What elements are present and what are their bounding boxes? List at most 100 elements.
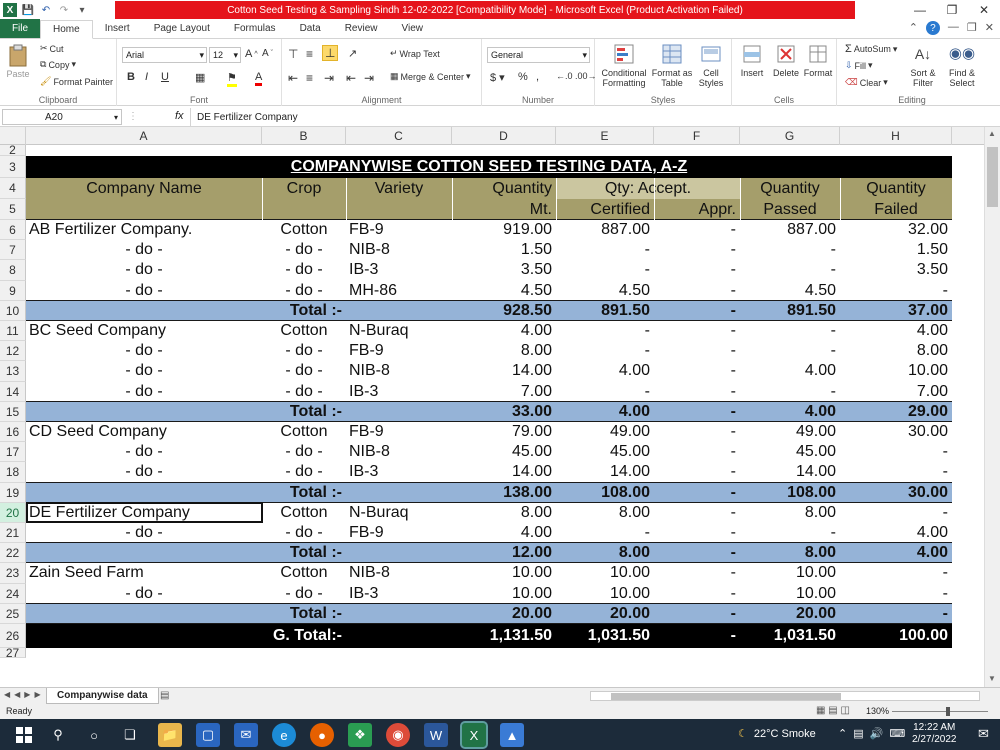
fill-button[interactable]: ⇩ Fill ▾ bbox=[845, 60, 873, 71]
zoom-level[interactable]: 130% bbox=[866, 706, 889, 716]
firefox-icon[interactable]: ● bbox=[310, 723, 334, 747]
merge-center-button[interactable]: ▦ Merge & Center ▾ bbox=[390, 71, 471, 82]
close-button[interactable]: ✕ bbox=[968, 0, 1000, 20]
font-color-button[interactable]: A bbox=[255, 71, 263, 86]
row-header-21[interactable]: 21 bbox=[0, 523, 26, 544]
zoom-slider-thumb[interactable] bbox=[946, 707, 950, 716]
row-header-5[interactable]: 5 bbox=[0, 199, 26, 220]
windows-start-icon[interactable] bbox=[12, 723, 36, 747]
vertical-scrollbar[interactable]: ▲ ▼ bbox=[984, 127, 1000, 687]
number-format-select[interactable]: General ▾ bbox=[487, 47, 590, 63]
decrease-decimal-button[interactable]: .00→ bbox=[575, 71, 597, 81]
row-header-26[interactable]: 26 bbox=[0, 624, 26, 648]
row-header-6[interactable]: 6 bbox=[0, 220, 26, 241]
row-header-3[interactable]: 3 bbox=[0, 156, 26, 178]
underline-button[interactable]: U bbox=[161, 71, 169, 83]
format-as-table-button[interactable]: Format as Table bbox=[651, 42, 693, 88]
row-header-13[interactable]: 13 bbox=[0, 361, 26, 382]
tab-data[interactable]: Data bbox=[288, 19, 333, 38]
align-center-button[interactable]: ≡ bbox=[306, 71, 313, 85]
scroll-thumb[interactable] bbox=[987, 147, 998, 207]
scroll-down-icon[interactable]: ▼ bbox=[988, 674, 996, 683]
paste-button[interactable]: Paste bbox=[4, 43, 32, 79]
font-size-select[interactable]: 12 ▾ bbox=[209, 47, 241, 63]
clock[interactable]: 12:22 AM 2/27/2022 bbox=[912, 722, 957, 746]
row-header-17[interactable]: 17 bbox=[0, 442, 26, 463]
clear-button[interactable]: ⌫ Clear ▾ bbox=[845, 77, 888, 88]
row-header-24[interactable]: 24 bbox=[0, 583, 26, 604]
borders-button[interactable]: ▦ bbox=[195, 71, 205, 84]
column-header-b[interactable]: B bbox=[262, 127, 346, 145]
sort-filter-button[interactable]: A↓ Sort & Filter bbox=[905, 42, 941, 88]
delete-cells-button[interactable]: Delete bbox=[770, 42, 802, 78]
horizontal-scrollbar[interactable] bbox=[590, 691, 980, 701]
wrap-text-button[interactable]: ↵ Wrap Text bbox=[390, 48, 440, 59]
help-icon[interactable]: ? bbox=[925, 21, 940, 35]
row-header-18[interactable]: 18 bbox=[0, 462, 26, 483]
tab-page-layout[interactable]: Page Layout bbox=[142, 19, 222, 38]
column-header-f[interactable]: F bbox=[654, 127, 740, 145]
insert-function-button[interactable]: fx bbox=[175, 110, 184, 122]
excel-taskbar-icon[interactable]: X bbox=[460, 721, 488, 749]
bold-button[interactable]: B bbox=[127, 71, 135, 83]
formula-input[interactable]: DE Fertilizer Company bbox=[190, 108, 986, 126]
mail-icon[interactable]: ✉ bbox=[234, 723, 258, 747]
tab-file[interactable]: File bbox=[0, 19, 40, 38]
insert-cells-button[interactable]: Insert bbox=[736, 42, 768, 78]
column-header-a[interactable]: A bbox=[26, 127, 262, 145]
customize-qat-icon[interactable]: ▾ bbox=[75, 3, 89, 17]
conditional-formatting-button[interactable]: Conditional Formatting bbox=[599, 42, 649, 88]
restore-button[interactable]: ❐ bbox=[936, 0, 968, 20]
zoom-slider[interactable] bbox=[892, 711, 988, 712]
sheet-tab-companywise[interactable]: Companywise data bbox=[46, 688, 159, 704]
edge-browser-icon[interactable]: e bbox=[272, 723, 296, 747]
chrome-icon[interactable]: ◉ bbox=[386, 723, 410, 747]
percent-button[interactable]: % bbox=[518, 71, 528, 83]
row-header-23[interactable]: 23 bbox=[0, 563, 26, 584]
align-right-button[interactable]: ⇥ bbox=[324, 71, 334, 85]
column-header-c[interactable]: C bbox=[346, 127, 452, 145]
align-top-button[interactable]: ⊤ bbox=[288, 47, 298, 61]
find-select-button[interactable]: ◉◉ Find & Select bbox=[943, 42, 981, 88]
column-header-g[interactable]: G bbox=[740, 127, 840, 145]
align-bottom-button[interactable]: ⊥ bbox=[322, 45, 339, 61]
fill-color-button[interactable]: ⚑ bbox=[227, 71, 237, 87]
italic-button[interactable]: I bbox=[145, 71, 148, 83]
cortana-icon[interactable]: ○ bbox=[82, 723, 106, 747]
column-header-h[interactable]: H bbox=[840, 127, 952, 145]
workbook-restore-icon[interactable]: ❐ bbox=[967, 21, 977, 35]
worksheet-grid[interactable]: A B C D E F G H 2 3 4 5 6 7 8 9 10 11 12 13 14 15 16 17 18 19 20 21… bbox=[0, 127, 1000, 687]
row-header-22[interactable]: 22 bbox=[0, 543, 26, 564]
store-icon[interactable]: ▢ bbox=[196, 723, 220, 747]
network-icon[interactable]: ▤ bbox=[853, 727, 863, 740]
copy-button[interactable]: ⧉ Copy ▾ bbox=[40, 59, 76, 70]
decrease-indent-button[interactable]: ⇤ bbox=[346, 71, 356, 85]
comma-button[interactable]: , bbox=[536, 71, 539, 83]
redo-icon[interactable]: ↷ bbox=[57, 3, 71, 17]
row-header-12[interactable]: 12 bbox=[0, 341, 26, 362]
weather-widget[interactable]: ☾ 22°C Smoke bbox=[738, 727, 816, 741]
currency-button[interactable]: $ ▾ bbox=[490, 71, 505, 84]
row-header-9[interactable]: 9 bbox=[0, 280, 26, 301]
tab-review[interactable]: Review bbox=[333, 19, 390, 38]
undo-icon[interactable]: ↶ bbox=[39, 3, 53, 17]
word-icon[interactable]: W bbox=[424, 723, 448, 747]
minimize-button[interactable]: — bbox=[904, 0, 936, 20]
new-sheet-icon[interactable]: ▤ bbox=[160, 690, 169, 701]
row-header-27[interactable]: 27 bbox=[0, 647, 26, 659]
workbook-close-icon[interactable]: ✕ bbox=[985, 21, 994, 35]
align-middle-button[interactable]: ≡ bbox=[306, 47, 313, 61]
format-cells-button[interactable]: Format bbox=[802, 42, 834, 78]
row-header-2[interactable]: 2 bbox=[0, 144, 26, 156]
file-explorer-icon[interactable]: 📁 bbox=[158, 723, 182, 747]
save-icon[interactable]: 💾 bbox=[21, 3, 35, 17]
cell-styles-button[interactable]: Cell Styles bbox=[693, 42, 729, 88]
task-view-icon[interactable]: ❏ bbox=[118, 723, 142, 747]
tab-formulas[interactable]: Formulas bbox=[222, 19, 288, 38]
selected-cell-a20[interactable] bbox=[26, 501, 263, 523]
name-box[interactable]: A20 ▾ bbox=[2, 109, 122, 125]
row-header-25[interactable]: 25 bbox=[0, 603, 26, 624]
column-header-e[interactable]: E bbox=[556, 127, 654, 145]
view-buttons[interactable]: ▦ ▤ ◫ bbox=[816, 705, 850, 716]
increase-decimal-button[interactable]: ←.0 bbox=[556, 71, 573, 81]
